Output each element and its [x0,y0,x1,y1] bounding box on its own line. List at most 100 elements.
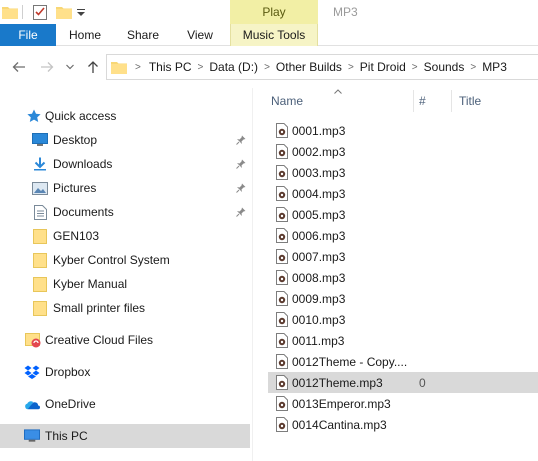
column-header-title[interactable]: Title [459,88,529,114]
nav-creative-cloud-files[interactable]: Creative Cloud Files [0,328,250,352]
file-row[interactable]: 0012Theme - Copy.... [268,351,538,372]
customize-toolbar-icon[interactable] [76,3,86,20]
nav-label: Small printer files [53,301,146,315]
nav-desktop[interactable]: Desktop [0,128,250,152]
file-row[interactable]: 0009.mp3 [268,288,538,309]
nav-pictures[interactable]: Pictures [0,176,250,200]
pin-icon[interactable] [235,134,247,146]
new-folder-icon[interactable] [56,3,72,20]
file-row[interactable]: 0003.mp3 [268,162,538,183]
pin-icon[interactable] [235,182,247,194]
file-name: 0004.mp3 [292,186,346,201]
audio-file-icon [276,270,288,285]
folder-icon [32,276,48,292]
tab-home[interactable]: Home [62,24,108,46]
crumb-pit-droid[interactable]: Pit Droid [356,60,410,74]
pin-icon[interactable] [235,158,247,170]
forward-button[interactable] [37,57,57,77]
file-row[interactable]: 0013Emperor.mp3 [268,393,538,414]
back-button[interactable] [9,57,29,77]
nav-quick-access[interactable]: Quick access [0,104,250,128]
properties-icon[interactable] [32,3,48,20]
nav-label: Kyber Manual [53,277,128,291]
tab-file[interactable]: File [0,24,56,46]
file-row[interactable]: 0012Theme.mp3 0 [268,372,538,393]
column-header-number[interactable]: # [419,88,449,114]
column-divider[interactable] [413,90,414,112]
file-row[interactable]: 0002.mp3 [268,141,538,162]
file-row[interactable]: 0005.mp3 [268,204,538,225]
file-name: 0005.mp3 [292,207,346,222]
pin-icon[interactable] [235,206,247,218]
address-bar[interactable]: > This PC > Data (D:) > Other Builds > P… [106,54,538,80]
breadcrumb-separator[interactable]: > [468,62,478,73]
nav-downloads[interactable]: Downloads [0,152,250,176]
up-button[interactable] [83,57,103,77]
star-icon [26,108,42,124]
nav-dropbox[interactable]: Dropbox [0,360,250,384]
nav-folder-gen103[interactable]: GEN103 [0,224,250,248]
file-row[interactable]: 0008.mp3 [268,267,538,288]
breadcrumb-separator[interactable]: > [410,62,420,73]
file-row[interactable]: 0007.mp3 [268,246,538,267]
nav-folder-small-printer-files[interactable]: Small printer files [0,296,250,320]
ribbon-tabs: File Home Share View Music Tools [0,24,538,46]
nav-label: Kyber Control System [53,253,170,267]
navigation-row: > This PC > Data (D:) > Other Builds > P… [0,46,538,88]
nav-documents[interactable]: Documents [0,200,250,224]
download-icon [32,156,48,172]
nav-label: Pictures [53,181,97,195]
breadcrumb: This PC > Data (D:) > Other Builds > Pit… [143,55,511,79]
crumb-mp3[interactable]: MP3 [478,60,511,74]
crumb-this-pc[interactable]: This PC [145,60,196,74]
nav-label: Quick access [45,109,117,123]
tab-share[interactable]: Share [120,24,166,46]
file-row[interactable]: 0014Cantina.mp3 [268,414,538,435]
audio-file-icon [276,144,288,159]
file-row[interactable]: 0006.mp3 [268,225,538,246]
recent-locations-button[interactable] [62,57,78,77]
pane-splitter[interactable] [252,88,253,461]
chevron-down-icon [66,64,74,70]
tab-music-tools[interactable]: Music Tools [230,24,318,46]
folder-icon [32,300,48,316]
nav-folder-kyber-manual[interactable]: Kyber Manual [0,272,250,296]
nav-label: Downloads [53,157,113,171]
folder-icon [32,228,48,244]
nav-label: Desktop [53,133,98,147]
file-row[interactable]: 0011.mp3 [268,330,538,351]
file-name: 0014Cantina.mp3 [292,417,387,432]
audio-file-icon [276,396,288,411]
pictures-icon [32,180,48,196]
file-row[interactable]: 0004.mp3 [268,183,538,204]
file-row[interactable]: 0001.mp3 [268,120,538,141]
crumb-sounds[interactable]: Sounds [420,60,469,74]
audio-file-icon [276,417,288,432]
audio-file-icon [276,186,288,201]
tab-view[interactable]: View [178,24,222,46]
audio-file-icon [276,291,288,306]
title-bar: Play MP3 [0,0,538,24]
breadcrumb-separator[interactable]: > [262,62,272,73]
audio-file-icon [276,123,288,138]
nav-label: Dropbox [45,365,91,379]
column-divider[interactable] [451,90,452,112]
crumb-data-drive[interactable]: Data (D:) [205,60,262,74]
crumb-other-builds[interactable]: Other Builds [272,60,346,74]
breadcrumb-separator[interactable]: > [133,62,143,73]
audio-file-icon [276,228,288,243]
file-row[interactable]: 0010.mp3 [268,309,538,330]
breadcrumb-separator[interactable]: > [196,62,206,73]
nav-label: This PC [45,429,88,443]
nav-onedrive[interactable]: OneDrive [0,392,250,416]
nav-this-pc[interactable]: This PC [0,424,250,448]
nav-label: Documents [53,205,114,219]
file-name: 0002.mp3 [292,144,346,159]
forward-arrow-icon [41,62,54,72]
file-name: 0007.mp3 [292,249,346,264]
file-name: 0003.mp3 [292,165,346,180]
creative-cloud-icon [25,332,41,348]
audio-file-icon [276,165,288,180]
nav-folder-kyber-control-system[interactable]: Kyber Control System [0,248,250,272]
breadcrumb-separator[interactable]: > [346,62,356,73]
